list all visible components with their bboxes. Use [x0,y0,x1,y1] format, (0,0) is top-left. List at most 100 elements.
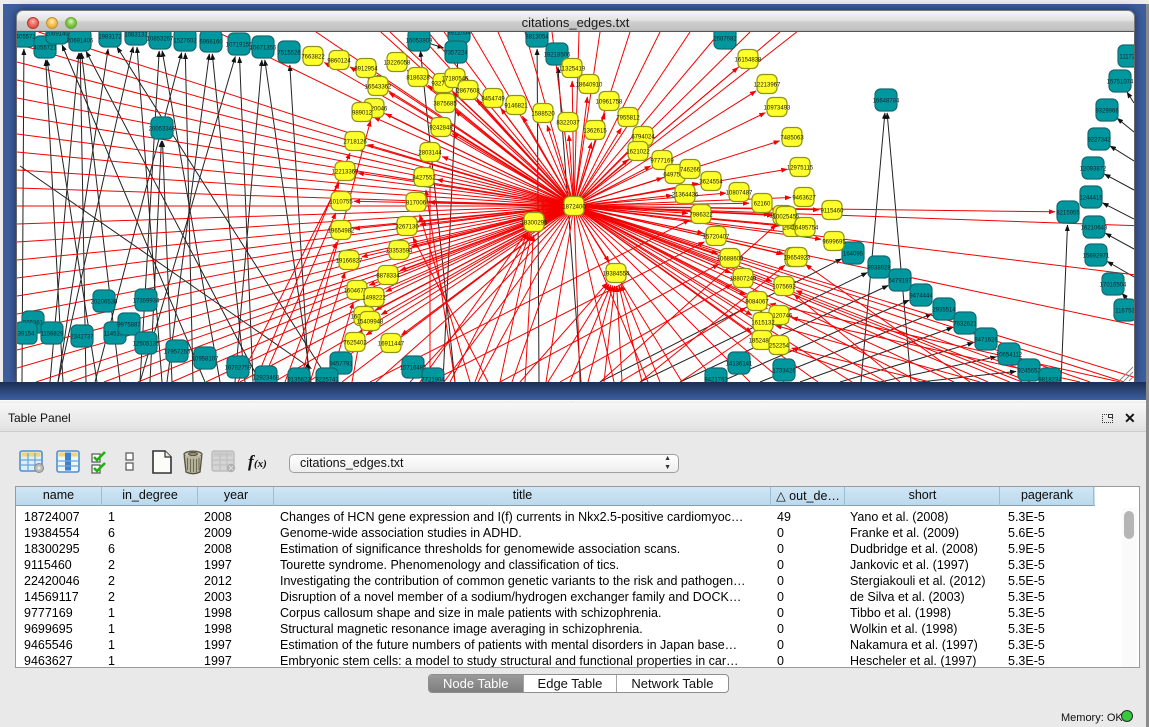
svg-text:19218506: 19218506 [544,52,571,58]
svg-text:116753: 116753 [1115,308,1134,314]
svg-text:18807249: 18807249 [730,276,757,282]
svg-text:9227342: 9227342 [1087,137,1111,143]
svg-text:7663822: 7663822 [301,54,325,60]
svg-text:20691406: 20691406 [67,38,94,44]
svg-text:2803144: 2803144 [418,150,442,156]
svg-text:111724: 111724 [1119,54,1134,60]
svg-text:1405572: 1405572 [17,34,36,40]
svg-text:2069140: 2069140 [45,32,69,37]
svg-text:13353594: 13353594 [386,248,413,254]
svg-text:6966160: 6966160 [199,39,223,45]
svg-text:10807487: 10807487 [726,190,753,196]
svg-text:14136141: 14136141 [726,361,753,367]
svg-text:9975887: 9975887 [117,322,141,328]
svg-text:2687682: 2687682 [713,36,737,42]
svg-text:12975115: 12975115 [787,165,814,171]
svg-text:746266: 746266 [680,167,701,173]
svg-text:2718126: 2718126 [343,139,367,145]
svg-text:7986322: 7986322 [689,212,713,218]
svg-text:8454749: 8454749 [481,96,505,102]
svg-text:1621022: 1621022 [626,149,650,155]
svg-text:10973493: 10973493 [764,105,791,111]
svg-text:20206536: 20206536 [91,299,118,305]
svg-text:8938928: 8938928 [867,265,891,271]
svg-text:1244415: 1244415 [1079,195,1103,201]
svg-text:9245652: 9245652 [1017,368,1041,374]
svg-text:9463627: 9463627 [792,195,816,201]
svg-text:16210643: 16210643 [1081,225,1108,231]
svg-text:1983172: 1983172 [98,34,122,40]
svg-text:7357224: 7357224 [444,50,468,56]
svg-text:1872400: 1872400 [562,204,586,210]
svg-text:8912954: 8912954 [354,66,378,72]
svg-text:16495754: 16495754 [792,225,819,231]
svg-text:1075692: 1075692 [772,284,796,290]
svg-text:17957255: 17957255 [164,349,191,355]
svg-text:9777169: 9777169 [650,158,674,164]
svg-text:8322037: 8322037 [556,120,580,126]
svg-text:9699695: 9699695 [822,239,846,245]
svg-text:19654982: 19654982 [328,228,355,234]
svg-text:(x): (x) [254,458,267,470]
svg-text:21364436: 21364436 [672,192,699,198]
svg-text:4055721: 4055721 [33,45,57,51]
svg-text:9457791: 9457791 [329,361,353,367]
svg-text:9084067: 9084067 [745,299,769,305]
svg-text:3267130: 3267130 [395,224,419,230]
svg-text:6794024: 6794024 [631,134,655,140]
svg-text:12213967: 12213967 [754,82,781,88]
svg-text:164095: 164095 [843,251,864,257]
svg-text:1156829: 1156829 [41,331,65,337]
svg-text:20053346: 20053346 [149,126,176,132]
svg-text:17359934: 17359934 [133,298,160,304]
svg-text:15409948: 15409948 [357,319,384,325]
svg-text:7625402: 7625402 [343,340,367,346]
svg-text:1527602: 1527602 [173,38,197,44]
svg-text:16648784: 16648784 [873,98,900,104]
svg-text:19654923: 19654923 [784,255,811,261]
svg-text:1588520: 1588520 [531,111,555,117]
svg-text:8427552: 8427552 [412,175,436,181]
svg-text:17016504: 17016504 [1100,282,1127,288]
svg-text:10688609: 10688609 [717,256,744,262]
svg-text:9115460: 9115460 [821,208,845,214]
svg-text:1010755: 1010755 [329,199,353,205]
svg-text:817006: 817006 [406,200,427,206]
svg-text:2935514: 2935514 [932,307,956,313]
svg-text:12923468: 12923468 [253,375,280,381]
svg-text:16911447: 16911447 [378,341,405,347]
svg-text:11325419: 11325419 [559,66,586,72]
svg-text:2867608: 2867608 [456,88,480,94]
svg-text:989012: 989012 [352,110,373,116]
svg-text:16543362: 16543362 [365,84,392,90]
svg-text:18300295: 18300295 [521,220,548,226]
svg-text:8215955: 8215955 [1056,210,1080,216]
svg-text:39154: 39154 [18,331,35,337]
svg-text:252254: 252254 [769,343,790,349]
svg-text:16053809: 16053809 [406,38,433,44]
svg-text:7955812: 7955812 [616,115,640,121]
svg-text:15720407: 15720407 [703,234,730,240]
svg-text:1362615: 1362615 [583,128,607,134]
svg-text:8878334: 8878334 [376,273,400,279]
svg-text:62160: 62160 [754,201,771,207]
svg-text:9860124: 9860124 [327,58,351,64]
svg-text:15692971: 15692971 [1083,253,1110,259]
svg-text:12505135: 12505135 [133,341,160,347]
svg-text:6479197: 6479197 [888,278,912,284]
svg-text:16782759: 16782759 [225,365,252,371]
svg-text:10671355: 10671355 [250,45,277,51]
svg-text:10961758: 10961758 [596,99,623,105]
svg-text:19384554: 19384554 [603,271,630,277]
svg-text:16154838: 16154838 [735,57,762,63]
svg-text:9474444: 9474444 [909,293,933,299]
svg-text:1733426: 1733426 [772,368,796,374]
svg-text:3624554: 3624554 [699,179,723,185]
svg-text:10958107: 10958107 [192,356,219,362]
svg-text:1498222: 1498222 [362,295,386,301]
svg-text:15751074: 15751074 [1107,79,1134,85]
svg-text:7632621: 7632621 [953,321,977,327]
svg-text:2342737: 2342737 [70,334,94,340]
svg-text:9242848: 9242848 [429,125,453,131]
svg-text:3875685: 3875685 [433,101,457,107]
